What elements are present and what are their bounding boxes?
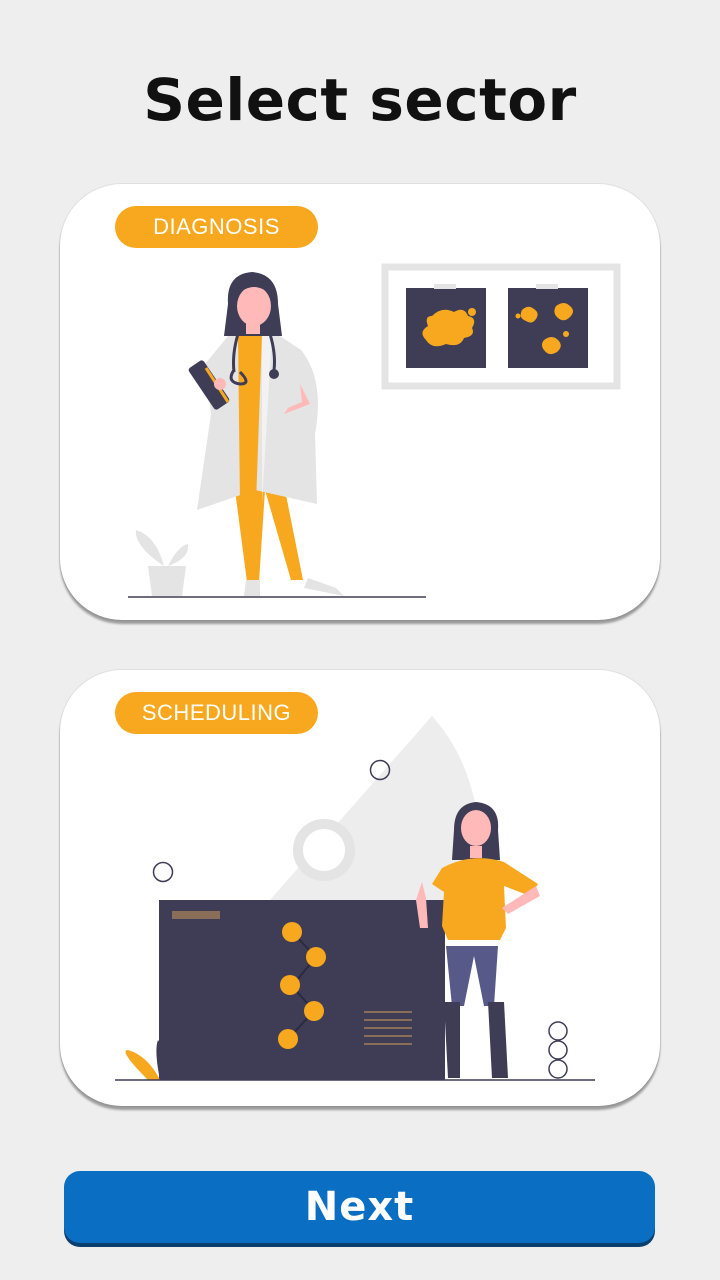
sector-label-diagnosis: DIAGNOSIS xyxy=(115,206,318,248)
page-title: Select sector xyxy=(143,66,577,134)
scheduling-illustration xyxy=(115,716,595,1081)
doctor-illustration xyxy=(128,263,621,598)
sector-card-diagnosis[interactable]: DIAGNOSIS xyxy=(60,184,660,620)
sector-card-scheduling[interactable]: SCHEDULING xyxy=(60,670,660,1106)
sector-label-scheduling: SCHEDULING xyxy=(115,692,318,734)
next-button[interactable]: Next xyxy=(64,1171,655,1243)
